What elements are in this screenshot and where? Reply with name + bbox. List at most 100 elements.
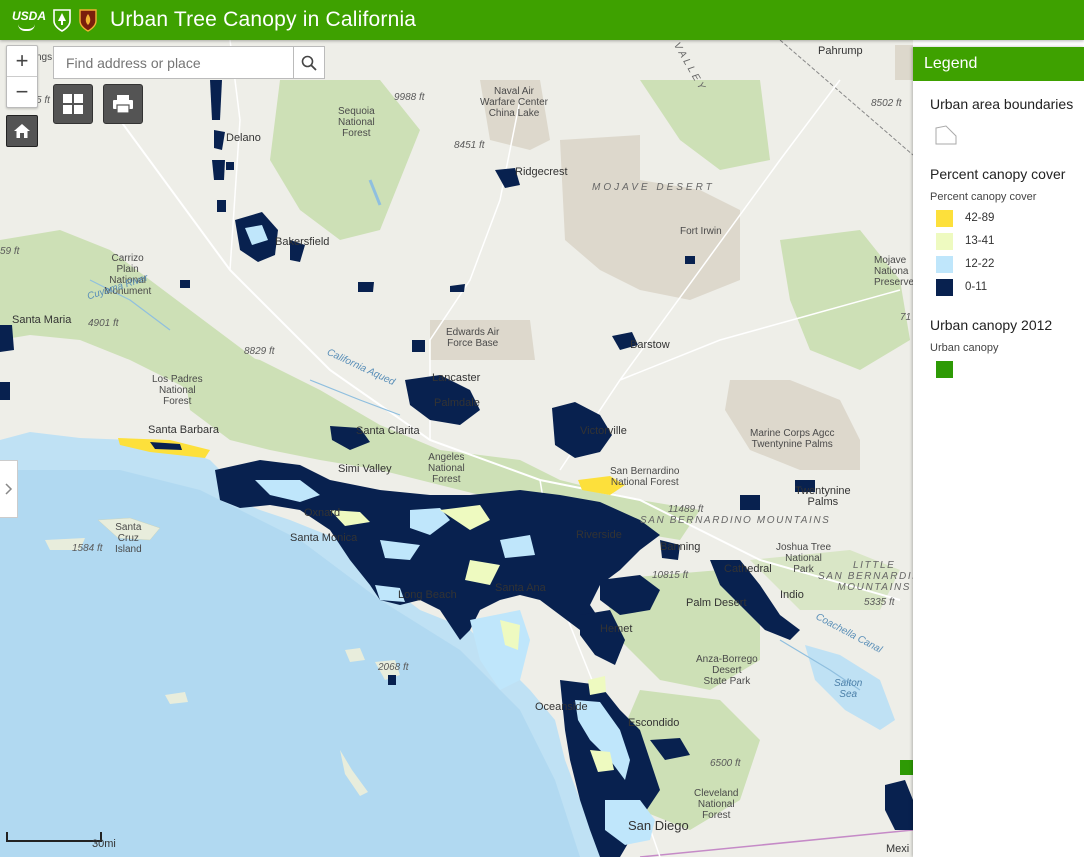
legend-sublabel: Percent canopy cover <box>930 191 1037 203</box>
map-label-elevation: 4901 ft <box>88 318 119 329</box>
map-label-sb-mountains: SAN BERNARDINO MOUNTAINS <box>640 515 831 526</box>
legend-panel: Legend Urban area boundaries Percent can… <box>913 47 1084 857</box>
map-label-santa-ana: Santa Ana <box>495 582 546 594</box>
grid-icon <box>63 94 83 114</box>
map-label-elevation: 11489 ft <box>668 504 704 515</box>
search-button[interactable] <box>293 47 324 78</box>
map-label-ridgecrest: Ridgecrest <box>515 166 568 178</box>
map-label-pahrump: Pahrump <box>818 45 863 57</box>
map-label-palm-desert: Palm Desert <box>686 597 747 609</box>
map-label-elevation: 71 <box>900 312 912 323</box>
legend-swatch <box>936 232 953 250</box>
map-label-san-bernardino-nf: San Bernardino National Forest <box>610 466 680 488</box>
map-label-banning: Banning <box>660 541 701 553</box>
legend-class-urban-canopy <box>930 360 1084 378</box>
map-label-elevation: 5335 ft <box>864 597 895 608</box>
map-label-victorville: Victorville <box>580 425 627 437</box>
map-label-twentynine-palms: Twentynine Palms <box>795 485 851 508</box>
map-label-elevation: 8451 ft <box>454 140 485 151</box>
legend-layer-canopy-cover: Percent canopy cover <box>930 166 1066 182</box>
zoom-in-button[interactable]: + <box>7 46 37 76</box>
map-label-elevation: 6500 ft <box>710 758 741 769</box>
map-view[interactable]: ngs 5 ft Delano Sequoia National Forest … <box>0 40 913 857</box>
map-label-hemet: Hemet <box>600 623 633 635</box>
basemap-gallery-button[interactable] <box>53 84 93 124</box>
print-icon <box>113 95 133 114</box>
legend-title: Legend <box>913 47 1084 81</box>
map-label-santa-maria: Santa Maria <box>12 314 72 326</box>
map-label-fort-irwin: Fort Irwin <box>680 226 722 237</box>
legend-sublabel: Urban canopy <box>930 342 999 354</box>
map-label-escondido: Escondido <box>628 717 680 729</box>
legend-swatch <box>936 360 953 378</box>
legend-class-42-89: 42-89 <box>930 209 1084 227</box>
map-label-cathedral: Cathedral <box>724 563 772 575</box>
legend-class-label: 13-41 <box>965 235 995 247</box>
map-label-los-padres: Los Padres National Forest <box>152 374 203 407</box>
legend-class-label: 0-11 <box>965 281 988 293</box>
app-header: USDA Urban Tree Canopy in California <box>0 0 1084 40</box>
zoom-out-button[interactable]: − <box>7 76 37 107</box>
print-button[interactable] <box>103 84 143 124</box>
map-label-salton-sea: Salton Sea <box>834 678 863 700</box>
map-label-marine-corps: Marine Corps Agcc Twentynine Palms <box>750 428 835 450</box>
search-icon <box>301 55 317 71</box>
forest-service-logo <box>53 9 71 32</box>
map-label-santa-clarita: Santa Clarita <box>356 425 420 437</box>
map-label-bakersfield: Bakersfield <box>275 236 330 248</box>
map-label-elevation: 8502 ft <box>871 98 902 109</box>
search-widget <box>53 46 325 79</box>
map-label-elevation: 1584 ft <box>72 543 103 554</box>
map-label-sequoia: Sequoia National Forest <box>338 106 375 139</box>
cal-fire-logo <box>79 9 97 32</box>
legend-class-12-22: 12-22 <box>930 255 1084 273</box>
map-label-elevation: 5 ft <box>36 95 50 106</box>
map-label-little-sb-mountains: LITTLE SAN BERNARDINO MOUNTAINS <box>818 560 913 593</box>
map-label-mojave: MOJAVE DESERT <box>592 182 715 193</box>
map-label-indio: Indio <box>780 589 804 601</box>
map-label-santa-cruz-island: Santa Cruz Island <box>115 522 142 555</box>
agency-logos: USDA <box>12 8 98 32</box>
chevron-right-icon <box>4 483 12 495</box>
map-label-angeles: Angeles National Forest <box>428 452 465 485</box>
map-label-ngs: ngs <box>36 52 53 63</box>
map-label-elevation: 59 ft <box>0 246 20 257</box>
map-label-delano: Delano <box>226 132 261 144</box>
app-title: Urban Tree Canopy in California <box>110 8 417 31</box>
map-label-elevation: 2068 ft <box>378 662 409 673</box>
map-label-mojave-preserve: Mojave Nationa Preserve <box>874 255 913 288</box>
map-label-lancaster: Lancaster <box>432 372 481 384</box>
usda-logo: USDA <box>12 9 46 31</box>
legend-layer-urban-boundaries: Urban area boundaries <box>930 96 1074 112</box>
map-label-elevation: 10815 ft <box>652 570 689 581</box>
zoom-control: + − <box>6 45 38 108</box>
home-icon <box>14 124 30 138</box>
map-label-san-diego: San Diego <box>628 818 689 833</box>
map-label-barstow: Barstow <box>630 339 670 351</box>
expand-panel-button[interactable] <box>0 460 18 518</box>
legend-swatch <box>936 209 953 227</box>
legend-swatch <box>936 255 953 273</box>
map-label-oceanside: Oceanside <box>535 701 588 713</box>
legend-class-label: 12-22 <box>965 258 995 270</box>
map-label-simi-valley: Simi Valley <box>338 463 392 475</box>
search-input[interactable] <box>54 47 293 78</box>
legend-class-label: 42-89 <box>965 212 995 224</box>
map-label-oxnard: Oxnard <box>304 507 341 519</box>
scale-bar <box>6 832 102 842</box>
legend-class-0-11: 0-11 <box>930 278 1084 296</box>
map-label-anza-borrego: Anza-Borrego Desert State Park <box>696 654 758 687</box>
scale-label: 30mi <box>92 838 116 850</box>
map-label-edwards: Edwards Air Force Base <box>446 327 500 349</box>
map-label-elevation: 9988 ft <box>394 92 425 103</box>
home-button[interactable] <box>6 115 38 147</box>
legend-layer-urban-canopy-2012: Urban canopy 2012 <box>930 317 1053 333</box>
map-label-santa-barbara: Santa Barbara <box>148 424 219 436</box>
map-label-cleveland: Cleveland National Forest <box>694 788 739 821</box>
map-label-mexicali: Mexi <box>886 843 910 855</box>
map-label-santa-monica: Santa Monica <box>290 532 358 544</box>
polygon-symbol-icon <box>935 125 957 145</box>
map-label-riverside: Riverside <box>576 529 622 541</box>
map-label-elevation: 8829 ft <box>244 346 275 357</box>
map-label-palmdale: Palmdale <box>434 397 480 409</box>
